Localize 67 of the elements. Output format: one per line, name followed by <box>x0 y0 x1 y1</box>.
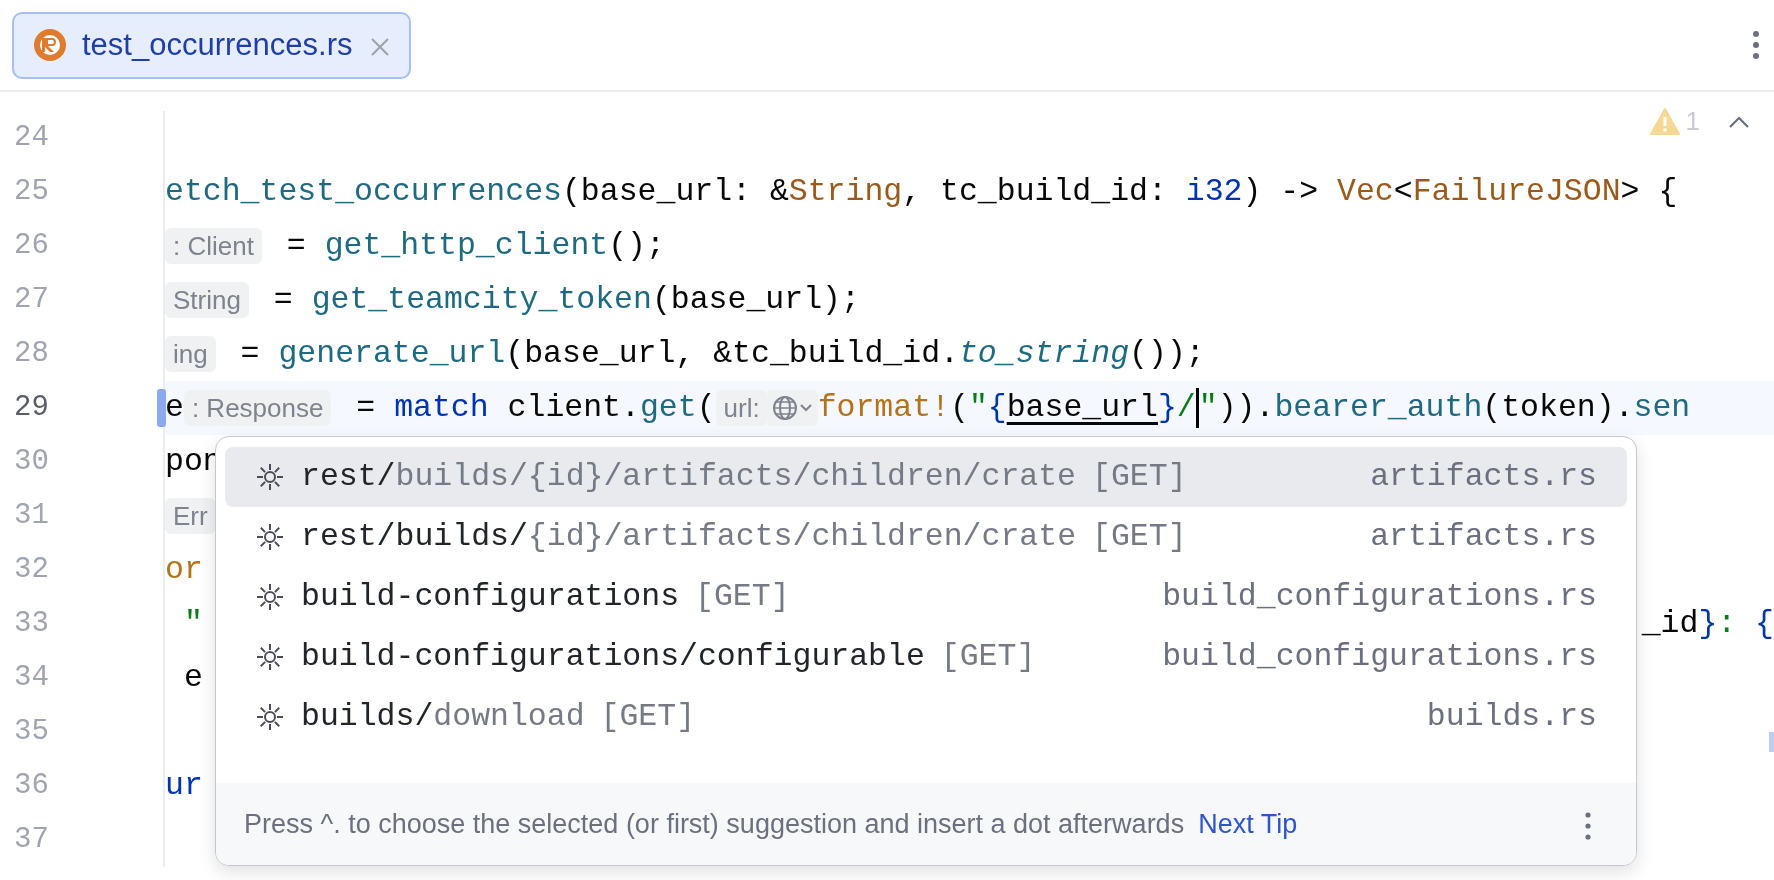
next-tip-link[interactable]: Next Tip <box>1198 803 1298 845</box>
rust-file-icon <box>32 27 68 63</box>
http-method: [GET] <box>1092 458 1187 497</box>
more-icon[interactable] <box>1752 30 1760 60</box>
editor-tab[interactable]: test_occurrences.rs <box>12 11 411 79</box>
line-number: 27 <box>14 283 49 316</box>
line-number: 25 <box>14 175 49 208</box>
completion-item[interactable]: rest/builds/{id}/artifacts/children/crate [GET] artifacts.rs <box>225 507 1627 567</box>
http-method: [GET] <box>940 638 1036 677</box>
file-name: artifacts.rs <box>1370 458 1597 497</box>
line-number: 35 <box>14 715 49 748</box>
inlay-hint: ing <box>165 336 216 372</box>
code-text: = generate_url(base_url, &tc_build_id.to_string()); <box>239 335 1205 373</box>
code-text: = get_http_client(); <box>285 227 665 265</box>
line-number: 33 <box>14 607 49 640</box>
code-text: or <box>165 551 203 589</box>
endpoint-path: builds/download <box>301 698 585 737</box>
line-number: 28 <box>14 337 49 370</box>
inlay-hint: String <box>165 282 249 318</box>
file-name: build_configurations.rs <box>1162 638 1597 677</box>
line-number: 30 <box>14 445 49 478</box>
line-number: 24 <box>14 121 49 154</box>
code-text: _id}: { <box>1641 605 1774 643</box>
endpoint-icon <box>255 642 285 672</box>
file-name: build_configurations.rs <box>1162 578 1597 617</box>
text-cursor <box>1195 388 1199 428</box>
code-text: = match client.get( <box>355 389 716 427</box>
line-number: 32 <box>14 553 49 586</box>
inlay-hint: url: <box>715 390 768 426</box>
line-number: 37 <box>14 823 49 856</box>
tab-title: test_occurrences.rs <box>82 25 353 64</box>
line-number: 26 <box>14 229 49 262</box>
http-method: [GET] <box>600 698 696 737</box>
http-method: [GET] <box>1092 518 1187 557</box>
line-number: 34 <box>14 661 49 694</box>
globe-icon[interactable] <box>767 390 818 426</box>
code-text: " <box>182 605 203 643</box>
endpoint-icon <box>255 522 285 552</box>
file-name: artifacts.rs <box>1370 518 1597 557</box>
scrollbar-mark <box>1769 732 1774 752</box>
endpoint-icon <box>255 462 285 492</box>
endpoint-path: build-configurations <box>301 578 680 617</box>
tip-text: Press ^. to choose the selected (or first) suggestion and insert a dot afterwards <box>244 807 1185 841</box>
endpoint-icon <box>255 582 285 612</box>
line-number: 36 <box>14 769 49 802</box>
code-text: format!("{base_url}/ <box>817 389 1196 427</box>
code-text: e <box>165 389 184 427</box>
file-name: builds.rs <box>1426 698 1597 737</box>
inlay-hint: : Client <box>165 228 262 264</box>
completion-item[interactable]: rest/builds/{id}/artifacts/children/crate [GET] artifacts.rs <box>225 447 1627 507</box>
completion-item[interactable]: builds/download [GET] builds.rs <box>225 687 1627 747</box>
line-number: 29 <box>14 391 49 424</box>
endpoint-path: rest/builds/{id}/artifacts/children/crate <box>301 518 1077 557</box>
line-number: 31 <box>14 499 49 532</box>
completion-item[interactable]: build-configurations/configurable [GET] build_configurations.rs <box>225 627 1627 687</box>
code-text: ur <box>165 767 203 805</box>
code-text: ")).bearer_auth(token).sen <box>1198 389 1691 427</box>
completion-item[interactable]: build-configurations [GET] build_configurations.rs <box>225 567 1627 627</box>
code-text: = get_teamcity_token(base_url); <box>272 281 860 319</box>
inlay-hint: : Response <box>183 390 332 426</box>
code-text: etch_test_occurrences(base_url: &String, tc_build_id: i32) -> Vec<FailureJSON> { <box>165 173 1678 211</box>
endpoint-icon <box>255 702 285 732</box>
endpoint-path: build-configurations/configurable <box>301 638 925 677</box>
http-method: [GET] <box>695 578 790 617</box>
endpoint-path: rest/builds/{id}/artifacts/children/crate <box>301 458 1077 497</box>
code-text: e <box>182 659 203 697</box>
inlay-hint: Err <box>165 498 216 534</box>
